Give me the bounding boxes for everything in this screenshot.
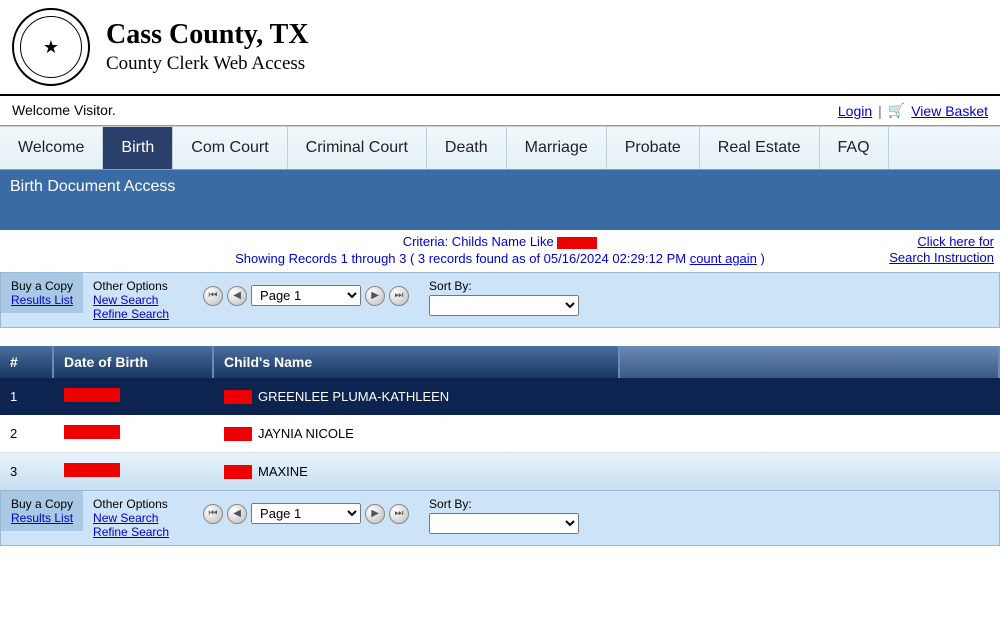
buy-copy-label: Buy a Copy xyxy=(11,497,73,511)
new-search-link[interactable]: New Search xyxy=(93,293,183,307)
name-redacted xyxy=(224,465,252,479)
welcome-greeting: Welcome Visitor. xyxy=(12,102,116,119)
name-redacted xyxy=(224,390,252,404)
buy-copy-label: Buy a Copy xyxy=(11,279,73,293)
col-name[interactable]: Child's Name xyxy=(214,346,620,378)
child-name: MAXINE xyxy=(258,464,308,479)
welcome-bar: Welcome Visitor. Login | 🛒 View Basket xyxy=(0,96,1000,126)
row-number: 2 xyxy=(0,416,54,451)
page-select[interactable]: Page 1 xyxy=(251,503,361,524)
page-title: Cass County, TX xyxy=(106,19,309,51)
pager: ⏮ ◀ Page 1 ▶ ⏭ xyxy=(193,273,419,312)
tab-faq[interactable]: FAQ xyxy=(820,127,889,169)
showing-records: Showing Records 1 through 3 ( 3 records … xyxy=(235,251,690,266)
new-search-link[interactable]: New Search xyxy=(93,511,183,525)
tab-criminal-court[interactable]: Criminal Court xyxy=(288,127,427,169)
toolbar-top: Buy a Copy Results List Other Options Ne… xyxy=(0,272,1000,328)
dob-redacted xyxy=(64,388,120,402)
child-name: GREENLEE PLUMA-KATHLEEN xyxy=(258,389,449,404)
refine-search-link[interactable]: Refine Search xyxy=(93,525,183,539)
tab-com-court[interactable]: Com Court xyxy=(173,127,287,169)
tab-real-estate[interactable]: Real Estate xyxy=(700,127,820,169)
page-select[interactable]: Page 1 xyxy=(251,285,361,306)
table-header: # Date of Birth Child's Name xyxy=(0,346,1000,378)
col-number[interactable]: # xyxy=(0,346,54,378)
col-dob[interactable]: Date of Birth xyxy=(54,346,214,378)
prev-page-button[interactable]: ◀ xyxy=(227,504,247,524)
tab-welcome[interactable]: Welcome xyxy=(0,127,103,169)
criteria-redacted xyxy=(557,237,597,249)
view-basket-link[interactable]: View Basket xyxy=(911,103,988,119)
showing-end: ) xyxy=(757,251,765,266)
divider: | xyxy=(878,103,882,119)
county-seal: ★ xyxy=(12,8,90,86)
login-link[interactable]: Login xyxy=(838,103,872,119)
tab-death[interactable]: Death xyxy=(427,127,507,169)
tab-probate[interactable]: Probate xyxy=(607,127,700,169)
tab-marriage[interactable]: Marriage xyxy=(507,127,607,169)
other-options-label: Other Options xyxy=(93,279,183,293)
table-row[interactable]: 1 GREENLEE PLUMA-KATHLEEN xyxy=(0,378,1000,415)
next-page-button[interactable]: ▶ xyxy=(365,504,385,524)
pager: ⏮ ◀ Page 1 ▶ ⏭ xyxy=(193,491,419,530)
results-table: # Date of Birth Child's Name 1 GREENLEE … xyxy=(0,346,1000,490)
last-page-button[interactable]: ⏭ xyxy=(389,286,409,306)
results-list-link[interactable]: Results List xyxy=(11,511,73,525)
cart-icon: 🛒 xyxy=(888,102,905,119)
sort-by-label: Sort By: xyxy=(429,279,579,293)
criteria-label: Criteria: Childs Name Like xyxy=(403,234,554,249)
results-list-link[interactable]: Results List xyxy=(11,293,73,307)
dob-redacted xyxy=(64,463,120,477)
dob-redacted xyxy=(64,425,120,439)
sort-by-select[interactable] xyxy=(429,295,579,316)
toolbar-bottom: Buy a Copy Results List Other Options Ne… xyxy=(0,490,1000,546)
first-page-button[interactable]: ⏮ xyxy=(203,504,223,524)
page-subtitle: County Clerk Web Access xyxy=(106,53,309,75)
tab-birth[interactable]: Birth xyxy=(103,127,173,169)
nav-tabs: Welcome Birth Com Court Criminal Court D… xyxy=(0,126,1000,170)
last-page-button[interactable]: ⏭ xyxy=(389,504,409,524)
count-again-link[interactable]: count again xyxy=(690,251,757,266)
prev-page-button[interactable]: ◀ xyxy=(227,286,247,306)
table-row[interactable]: 3 MAXINE xyxy=(0,453,1000,490)
other-options-label: Other Options xyxy=(93,497,183,511)
page-header: ★ Cass County, TX County Clerk Web Acces… xyxy=(0,0,1000,96)
row-number: 1 xyxy=(0,379,54,414)
section-title: Birth Document Access xyxy=(0,170,1000,204)
criteria-area: Criteria: Childs Name Like Showing Recor… xyxy=(0,230,1000,272)
search-instructions-link[interactable]: Click here for Search Instruction xyxy=(889,234,994,265)
row-number: 3 xyxy=(0,454,54,489)
sort-by-label: Sort By: xyxy=(429,497,579,511)
col-rest xyxy=(620,346,1000,378)
table-row[interactable]: 2 JAYNIA NICOLE xyxy=(0,415,1000,453)
sort-by-select[interactable] xyxy=(429,513,579,534)
section-spacer xyxy=(0,204,1000,230)
refine-search-link[interactable]: Refine Search xyxy=(93,307,183,321)
child-name: JAYNIA NICOLE xyxy=(258,426,354,441)
star-icon: ★ xyxy=(43,37,59,58)
first-page-button[interactable]: ⏮ xyxy=(203,286,223,306)
next-page-button[interactable]: ▶ xyxy=(365,286,385,306)
name-redacted xyxy=(224,427,252,441)
